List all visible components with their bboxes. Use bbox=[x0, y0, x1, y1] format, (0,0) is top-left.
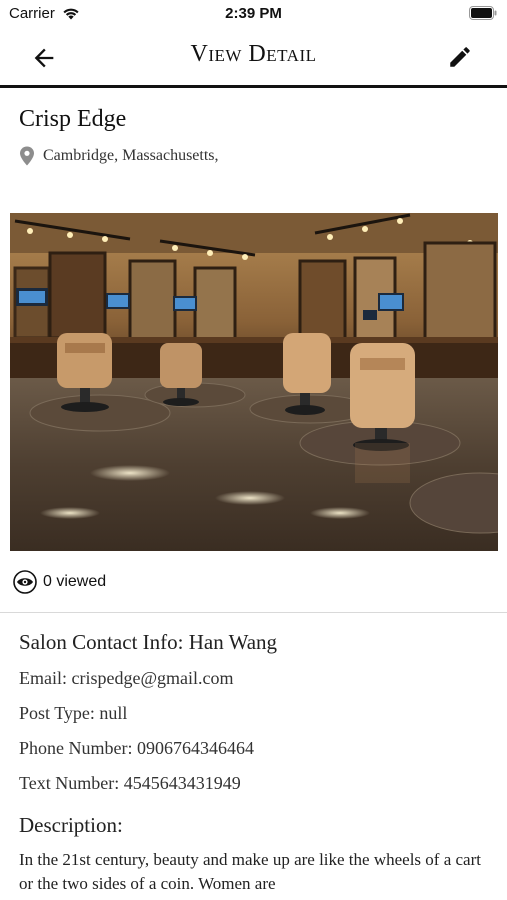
pencil-icon bbox=[450, 47, 470, 67]
salon-name: Crisp Edge bbox=[19, 106, 127, 132]
salon-photo bbox=[10, 213, 498, 551]
status-time: 2:39 PM bbox=[225, 5, 282, 22]
battery-icon bbox=[469, 6, 497, 25]
edit-button[interactable] bbox=[447, 44, 475, 72]
text-number-text[interactable]: Text Number: 4545643431949 bbox=[19, 773, 241, 794]
status-bar: Carrier 2:39 PM bbox=[0, 0, 507, 28]
eye-icon bbox=[13, 570, 37, 594]
page-title: View Detail bbox=[190, 41, 317, 67]
views-count: 0 viewed bbox=[43, 573, 107, 590]
location-pin-icon bbox=[20, 146, 34, 166]
views-row: 0 viewed bbox=[13, 570, 106, 594]
post-type-text: Post Type: null bbox=[19, 703, 128, 723]
description-text: In the 21st century, beauty and make up … bbox=[19, 850, 481, 893]
navigation-bar: View Detail bbox=[0, 28, 507, 88]
location-row: Cambridge, Massachusetts, bbox=[19, 146, 219, 166]
phone-number-text[interactable]: Phone Number: 0906764346464 bbox=[19, 738, 254, 759]
location-text: Cambridge, Massachusetts, bbox=[43, 147, 219, 164]
description-label: Description: bbox=[19, 813, 123, 837]
section-divider bbox=[0, 612, 507, 613]
email-text[interactable]: Email: crispedge@gmail.com bbox=[19, 668, 234, 689]
salon-contact-info: Salon Contact Info: Han Wang bbox=[19, 630, 278, 654]
